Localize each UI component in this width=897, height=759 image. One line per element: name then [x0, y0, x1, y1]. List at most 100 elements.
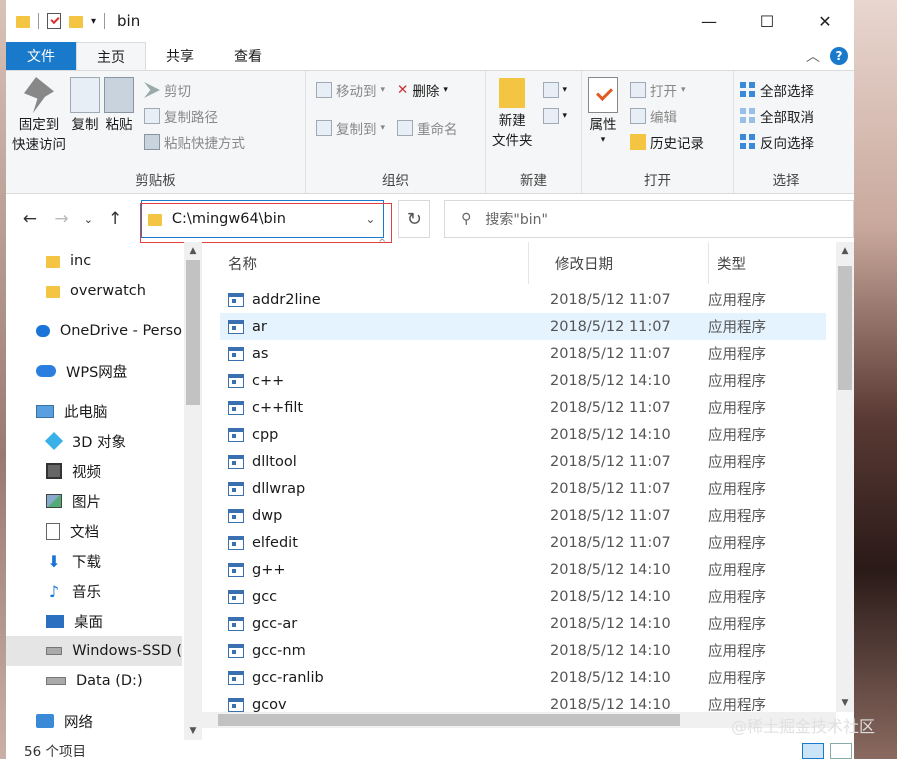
file-row[interactable]: dwp 2018/5/12 11:07 应用程序 — [220, 502, 826, 529]
close-button[interactable]: ✕ — [796, 0, 854, 42]
tab-file[interactable]: 文件 — [6, 42, 76, 70]
file-row[interactable]: c++filt 2018/5/12 11:07 应用程序 — [220, 394, 826, 421]
collapse-ribbon-chevron-icon[interactable]: ︿ — [806, 46, 820, 66]
nav-item[interactable]: 此电脑 — [6, 396, 182, 426]
edit-button[interactable]: 编辑 — [630, 103, 704, 129]
history-button[interactable]: 历史记录 — [630, 129, 704, 155]
copy-button[interactable]: 复制 — [70, 77, 100, 155]
watermark: @稀土掘金技术社区 — [730, 717, 875, 736]
application-icon — [228, 481, 244, 496]
forward-arrow-icon[interactable]: → — [48, 209, 76, 229]
move-icon — [316, 82, 332, 98]
nav-scroll-thumb[interactable] — [186, 260, 200, 405]
file-row[interactable]: dllwrap 2018/5/12 11:07 应用程序 — [220, 475, 826, 502]
paste-shortcut-button[interactable]: 粘贴快捷方式 — [144, 129, 245, 155]
file-row[interactable]: cpp 2018/5/12 14:10 应用程序 — [220, 421, 826, 448]
nav-item[interactable]: ⬇ 下载 — [6, 546, 182, 576]
copy-path-button[interactable]: 复制路径 — [144, 103, 245, 129]
tab-share[interactable]: 共享 — [146, 42, 214, 70]
select-none-button[interactable]: 全部取消 — [740, 103, 832, 129]
horizontal-scroll-thumb[interactable] — [218, 714, 680, 726]
up-arrow-icon[interactable]: ↑ — [101, 209, 129, 229]
scroll-up-icon[interactable]: ▲ — [184, 246, 202, 256]
details-view-icon[interactable] — [802, 743, 824, 759]
nav-item[interactable]: Data (D:) — [6, 666, 182, 696]
new-item-button[interactable]: ▾ — [542, 77, 567, 103]
properties-quick-icon[interactable] — [47, 13, 61, 29]
nav-item[interactable]: 3D 对象 — [6, 426, 182, 456]
address-bar[interactable]: C:\mingw64\bin ⌄ — [139, 200, 392, 243]
scissors-icon — [144, 82, 160, 98]
minimize-button[interactable]: — — [680, 0, 738, 42]
file-list-scrollbar[interactable]: ▲ ▼ — [836, 242, 854, 712]
paste-button[interactable]: 粘贴 — [104, 77, 134, 155]
file-row[interactable]: as 2018/5/12 11:07 应用程序 — [220, 340, 826, 367]
file-date: 2018/5/12 11:07 — [550, 399, 671, 416]
file-type: 应用程序 — [708, 320, 766, 336]
file-name: c++filt — [252, 399, 304, 416]
invert-selection-button[interactable]: 反向选择 — [740, 129, 832, 155]
address-path[interactable]: C:\mingw64\bin — [172, 211, 286, 227]
nav-item[interactable]: 视频 — [6, 456, 182, 486]
new-folder-quick-icon[interactable] — [69, 16, 83, 28]
new-folder-button[interactable]: 新建 文件夹 — [492, 77, 533, 151]
refresh-icon[interactable]: ↻ — [398, 200, 431, 238]
file-row[interactable]: gcc-ar 2018/5/12 14:10 应用程序 — [220, 610, 826, 637]
rename-button[interactable]: 重命名 — [397, 115, 458, 141]
delete-button[interactable]: ✕ 删除 ▾ — [397, 77, 458, 103]
file-row[interactable]: gcc 2018/5/12 14:10 应用程序 — [220, 583, 826, 610]
customize-toolbar-chevron-icon[interactable]: ▾ — [91, 16, 96, 27]
nav-item[interactable]: OneDrive - Perso — [6, 316, 182, 346]
nav-item[interactable]: 网络 — [6, 706, 182, 736]
address-row: ← → ⌄ ↑ C:\mingw64\bin ⌄ ↻ ⚲ 搜索"bin" — [6, 194, 854, 244]
nav-item[interactable]: 图片 — [6, 486, 182, 516]
file-scroll-thumb[interactable] — [838, 266, 852, 390]
application-icon — [228, 292, 244, 307]
address-dropdown-chevron-icon[interactable]: ⌄ — [365, 212, 375, 226]
pin-to-quick-access-button[interactable]: 固定到 快速访问 — [12, 77, 66, 155]
scroll-up-icon[interactable]: ▲ — [836, 246, 854, 256]
help-icon[interactable]: ? — [830, 47, 848, 65]
column-header-date[interactable]: 修改日期 — [528, 242, 708, 284]
tab-home[interactable]: 主页 — [76, 42, 146, 70]
nav-item[interactable]: ♪ 音乐 — [6, 576, 182, 606]
nav-item[interactable]: 桌面 — [6, 606, 182, 636]
back-arrow-icon[interactable]: ← — [16, 209, 44, 229]
properties-button[interactable]: 属性 ▾ — [588, 77, 618, 155]
cut-button[interactable]: 剪切 — [144, 77, 245, 103]
nav-item[interactable]: 文档 — [6, 516, 182, 546]
network-icon — [36, 714, 54, 728]
file-row[interactable]: addr2line 2018/5/12 11:07 应用程序 — [220, 286, 826, 313]
nav-item[interactable]: inc — [6, 246, 182, 276]
file-row[interactable]: gcc-ranlib 2018/5/12 14:10 应用程序 — [220, 664, 826, 691]
move-to-button[interactable]: 移动到 ▾ — [316, 77, 385, 103]
tab-view[interactable]: 查看 — [214, 42, 282, 70]
select-group: 全部选择 全部取消 反向选择 选择 — [734, 71, 838, 193]
nav-scrollbar[interactable]: ▲ ▼ — [184, 242, 202, 740]
file-row[interactable]: ar 2018/5/12 11:07 应用程序 — [220, 313, 826, 340]
column-header-type[interactable]: 类型 — [708, 242, 746, 284]
select-all-button[interactable]: 全部选择 — [740, 77, 832, 103]
file-row[interactable]: c++ 2018/5/12 14:10 应用程序 — [220, 367, 826, 394]
file-row[interactable]: gcc-nm 2018/5/12 14:10 应用程序 — [220, 637, 826, 664]
scroll-down-icon[interactable]: ▼ — [836, 698, 854, 708]
nav-item[interactable]: overwatch — [6, 276, 182, 306]
search-box[interactable]: ⚲ 搜索"bin" — [444, 200, 854, 238]
column-header-name[interactable]: 名称 — [202, 253, 528, 274]
file-name: ar — [252, 318, 267, 335]
recent-locations-chevron-icon[interactable]: ⌄ — [79, 213, 97, 226]
easy-access-button[interactable]: ▾ — [542, 103, 567, 129]
file-row[interactable]: elfedit 2018/5/12 11:07 应用程序 — [220, 529, 826, 556]
large-icons-view-icon[interactable] — [830, 743, 852, 759]
copy-to-button[interactable]: 复制到 ▾ — [316, 115, 385, 141]
file-row[interactable]: g++ 2018/5/12 14:10 应用程序 — [220, 556, 826, 583]
nav-item[interactable]: WPS网盘 — [6, 356, 182, 386]
file-row[interactable]: dlltool 2018/5/12 11:07 应用程序 — [220, 448, 826, 475]
item-count: 56 个项目 — [24, 744, 86, 759]
open-button[interactable]: 打开 ▾ — [630, 77, 704, 103]
nav-item[interactable]: Windows-SSD ( — [6, 636, 182, 666]
maximize-button[interactable]: ☐ — [738, 0, 796, 42]
nav-item-label: 视频 — [72, 464, 101, 481]
sort-ascending-icon: ^ — [378, 238, 387, 249]
scroll-down-icon[interactable]: ▼ — [184, 726, 202, 736]
